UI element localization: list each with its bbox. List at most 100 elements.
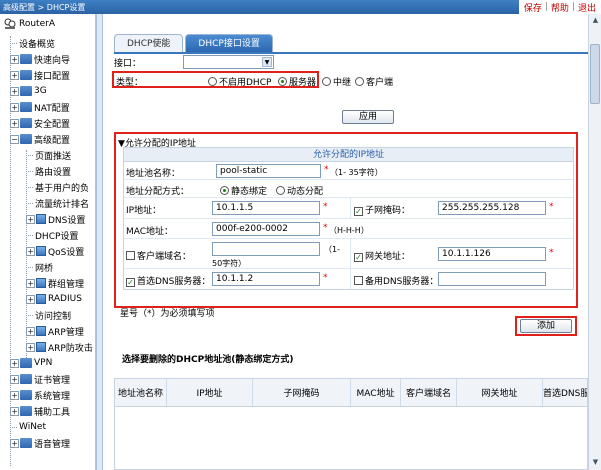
mac-input[interactable]: 000f-e200-0002 [212, 222, 320, 236]
radio-icon [276, 186, 285, 195]
expand-icon[interactable]: + [10, 102, 19, 112]
dns2-input[interactable] [438, 272, 546, 286]
ip-input[interactable]: 10.1.1.5 [212, 201, 320, 215]
sidebar-item-routing[interactable]: 路由设置 [26, 164, 71, 178]
dns1-option[interactable]: ✓ 首选DNS服务器： [126, 274, 210, 287]
folder-icon [20, 70, 32, 80]
type-option-server[interactable]: 服务器 [278, 75, 316, 88]
sidebar-item-dns[interactable]: + DNS设置 [26, 212, 85, 226]
type-option-disabled[interactable]: 不启用DHCP [208, 75, 271, 88]
required-star: * [549, 202, 554, 212]
folder-icon [20, 374, 32, 384]
vertical-scrollbar[interactable]: ▲ ▼ [588, 14, 601, 470]
folder-icon [20, 358, 32, 368]
folder-icon [20, 390, 32, 400]
scroll-thumb[interactable] [590, 44, 600, 104]
expand-icon[interactable]: + [10, 70, 19, 80]
sidebar-item-3g[interactable]: +3G [10, 84, 47, 98]
expand-icon[interactable]: + [10, 86, 19, 96]
mask-input[interactable]: 255.255.255.128 [438, 201, 546, 215]
expand-icon[interactable]: + [26, 214, 35, 224]
radio-icon [208, 77, 217, 86]
sidebar-item-winet[interactable]: WiNet [10, 420, 46, 434]
type-option-relay[interactable]: 中继 [322, 75, 351, 88]
sidebar-item-user-balance[interactable]: 基于用户的负 [26, 180, 89, 194]
required-star: * [324, 165, 329, 175]
mac-hint: （H-H-H） [329, 226, 369, 235]
sidebar-item-tools[interactable]: + 辅助工具 [10, 404, 70, 418]
logout-link[interactable]: 退出 [575, 1, 599, 14]
tab-underline [114, 52, 588, 54]
chevron-down-icon: ▼ [262, 57, 272, 67]
client-row: 客户端域名： （1- 50字符） ✓ 网关地址： 10.1.1.126 * [124, 239, 573, 269]
apply-button[interactable]: 应用 [342, 110, 394, 124]
sidebar-root-label: RouterA [19, 19, 55, 29]
folder-icon [20, 86, 32, 96]
tab-dhcp-interface[interactable]: DHCP接口设置 [185, 34, 273, 52]
scroll-up-icon[interactable]: ▲ [591, 16, 600, 25]
sidebar-item-traffic-rank[interactable]: 流量统计排名 [26, 196, 89, 210]
expand-icon[interactable]: + [26, 278, 35, 288]
folder-icon [36, 342, 46, 352]
sidebar-item-quick-wizard[interactable]: + 快速向导 [10, 52, 70, 66]
method-dynamic[interactable]: 动态分配 [276, 184, 323, 197]
sidebar-item-advanced[interactable]: − 高级配置 [10, 132, 70, 146]
sidebar-item-access-control[interactable]: 访问控制 [26, 308, 71, 322]
sidebar-item-vpn[interactable]: + VPN [10, 356, 52, 370]
sidebar-item-security[interactable]: + 安全配置 [10, 116, 70, 130]
sidebar-item-cert[interactable]: + 证书管理 [10, 372, 70, 386]
folder-icon [36, 326, 46, 336]
sidebar-root[interactable]: RouterA [3, 18, 55, 30]
expand-icon[interactable]: + [26, 342, 35, 352]
ip-label: IP地址： [126, 206, 162, 216]
method-row: 地址分配方式： 静态绑定 动态分配 [124, 180, 573, 198]
required-star: * [549, 248, 554, 258]
tab-dhcp-enable[interactable]: DHCP使能 [114, 34, 184, 52]
panel-divider[interactable] [96, 14, 103, 470]
gateway-input[interactable]: 10.1.1.126 [438, 247, 546, 261]
interface-select[interactable]: ▼ [183, 55, 274, 69]
type-option-client[interactable]: 客户端 [355, 75, 393, 88]
expand-icon[interactable]: + [10, 406, 19, 416]
expand-icon[interactable]: + [10, 358, 19, 368]
sidebar-item-dhcp[interactable]: DHCP设置 [26, 228, 78, 242]
sidebar-item-interface[interactable]: + 接口配置 [10, 68, 70, 82]
radio-selected-icon [278, 77, 287, 86]
dns1-input[interactable]: 10.1.1.2 [212, 272, 320, 286]
sidebar-item-arp-attack[interactable]: + ARP防攻击 [26, 340, 93, 354]
pool-name-input[interactable]: pool-static [216, 164, 321, 178]
collapse-icon[interactable]: − [10, 134, 19, 144]
help-link[interactable]: 帮助 [548, 1, 572, 14]
sidebar-item-group[interactable]: + 群组管理 [26, 276, 84, 290]
add-button[interactable]: 添加 [520, 319, 572, 333]
client-domain-input[interactable] [212, 242, 320, 256]
expand-icon[interactable]: + [26, 326, 35, 336]
sidebar-item-nat[interactable]: + NAT配置 [10, 100, 70, 114]
expand-icon[interactable]: + [10, 374, 19, 384]
method-static[interactable]: 静态绑定 [220, 184, 267, 197]
expand-icon[interactable]: + [26, 246, 35, 256]
sidebar-item-voice[interactable]: + 语音管理 [10, 436, 70, 450]
dns2-option[interactable]: 备用DNS服务器： [354, 274, 438, 287]
main-content: DHCP使能 DHCP接口设置 接口： ▼ 类型： 不启用DHCP 服务器 中继… [108, 14, 588, 470]
save-link[interactable]: 保存 [521, 1, 545, 14]
folder-icon [36, 246, 46, 256]
sidebar-item-system[interactable]: + 系统管理 [10, 388, 70, 402]
scroll-down-icon[interactable]: ▼ [591, 458, 600, 467]
expand-icon[interactable]: + [10, 118, 19, 128]
client-option[interactable]: 客户端域名： [126, 249, 191, 262]
expand-icon[interactable]: + [10, 390, 19, 400]
gateway-option[interactable]: ✓ 网关地址： [354, 249, 410, 262]
expand-icon[interactable]: + [26, 294, 35, 304]
sidebar-item-bridge[interactable]: 网桥 [26, 260, 53, 274]
sidebar-item-qos[interactable]: + QoS设置 [26, 244, 84, 258]
checkbox-icon [354, 276, 363, 285]
sidebar-item-arp[interactable]: + ARP管理 [26, 324, 84, 338]
mask-option[interactable]: ✓ 子网掩码： [354, 203, 410, 216]
sidebar-item-page-push[interactable]: 页面推送 [26, 148, 71, 162]
sidebar-item-overview[interactable]: 设备概览 [10, 36, 55, 50]
sidebar-item-radius[interactable]: + RADIUS [26, 292, 82, 306]
expand-icon[interactable]: + [10, 54, 19, 64]
folder-icon [20, 438, 32, 448]
expand-icon[interactable]: + [10, 438, 19, 448]
